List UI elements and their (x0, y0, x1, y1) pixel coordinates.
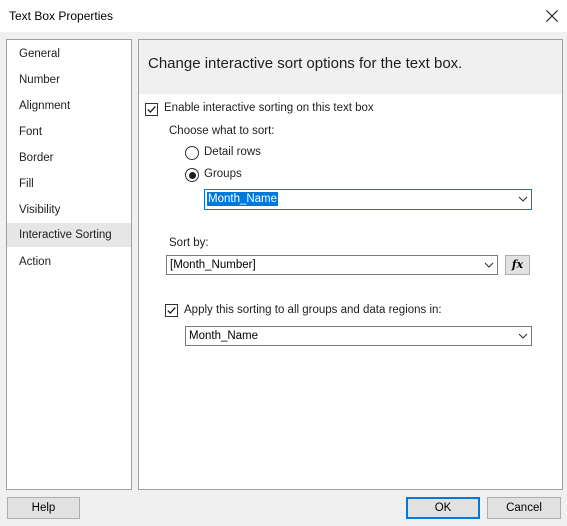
chevron-down-icon (484, 262, 494, 268)
ok-button[interactable]: OK (406, 497, 480, 519)
help-button[interactable]: Help (7, 497, 80, 519)
window-title: Text Box Properties (9, 9, 114, 23)
cancel-button[interactable]: Cancel (487, 497, 561, 519)
enable-sorting-label: Enable interactive sorting on this text … (164, 102, 374, 114)
nav-item-action[interactable]: Action (7, 250, 131, 274)
nav-item-fill[interactable]: Fill (7, 172, 131, 196)
nav-item-visibility[interactable]: Visibility (7, 198, 131, 222)
close-button[interactable] (540, 4, 564, 28)
checkmark-icon (167, 307, 176, 315)
nav-item-interactive-sorting[interactable]: Interactive Sorting (7, 223, 131, 247)
apply-sorting-checkbox[interactable] (165, 304, 178, 317)
nav-item-general[interactable]: General (7, 42, 131, 66)
detail-rows-radio[interactable] (185, 146, 199, 160)
panel-header-text: Change interactive sort options for the … (148, 55, 463, 72)
choose-sort-label: Choose what to sort: (169, 125, 275, 137)
scope-select-value: Month_Name (189, 330, 259, 342)
chevron-down-icon (518, 333, 528, 339)
nav-item-font[interactable]: Font (7, 120, 131, 144)
group-select[interactable]: Month_Name (204, 189, 532, 210)
scope-select[interactable]: Month_Name (185, 326, 532, 346)
sort-by-label: Sort by: (169, 237, 209, 249)
checkmark-icon (147, 106, 156, 114)
sort-by-value: [Month_Number] (170, 259, 256, 271)
property-nav: General Number Alignment Font Border Fil… (6, 39, 132, 490)
group-select-value: Month_Name (207, 192, 279, 206)
nav-item-border[interactable]: Border (7, 146, 131, 170)
apply-sorting-label: Apply this sorting to all groups and dat… (184, 304, 442, 316)
groups-radio[interactable] (185, 168, 199, 182)
enable-sorting-checkbox[interactable] (145, 103, 158, 116)
close-icon (546, 10, 558, 22)
sort-by-select[interactable]: [Month_Number] (166, 255, 498, 275)
expression-button[interactable]: fx (505, 255, 530, 275)
groups-label: Groups (204, 168, 242, 180)
nav-item-alignment[interactable]: Alignment (7, 94, 131, 118)
nav-item-number[interactable]: Number (7, 68, 131, 92)
chevron-down-icon (518, 196, 528, 202)
detail-rows-label: Detail rows (204, 146, 261, 158)
